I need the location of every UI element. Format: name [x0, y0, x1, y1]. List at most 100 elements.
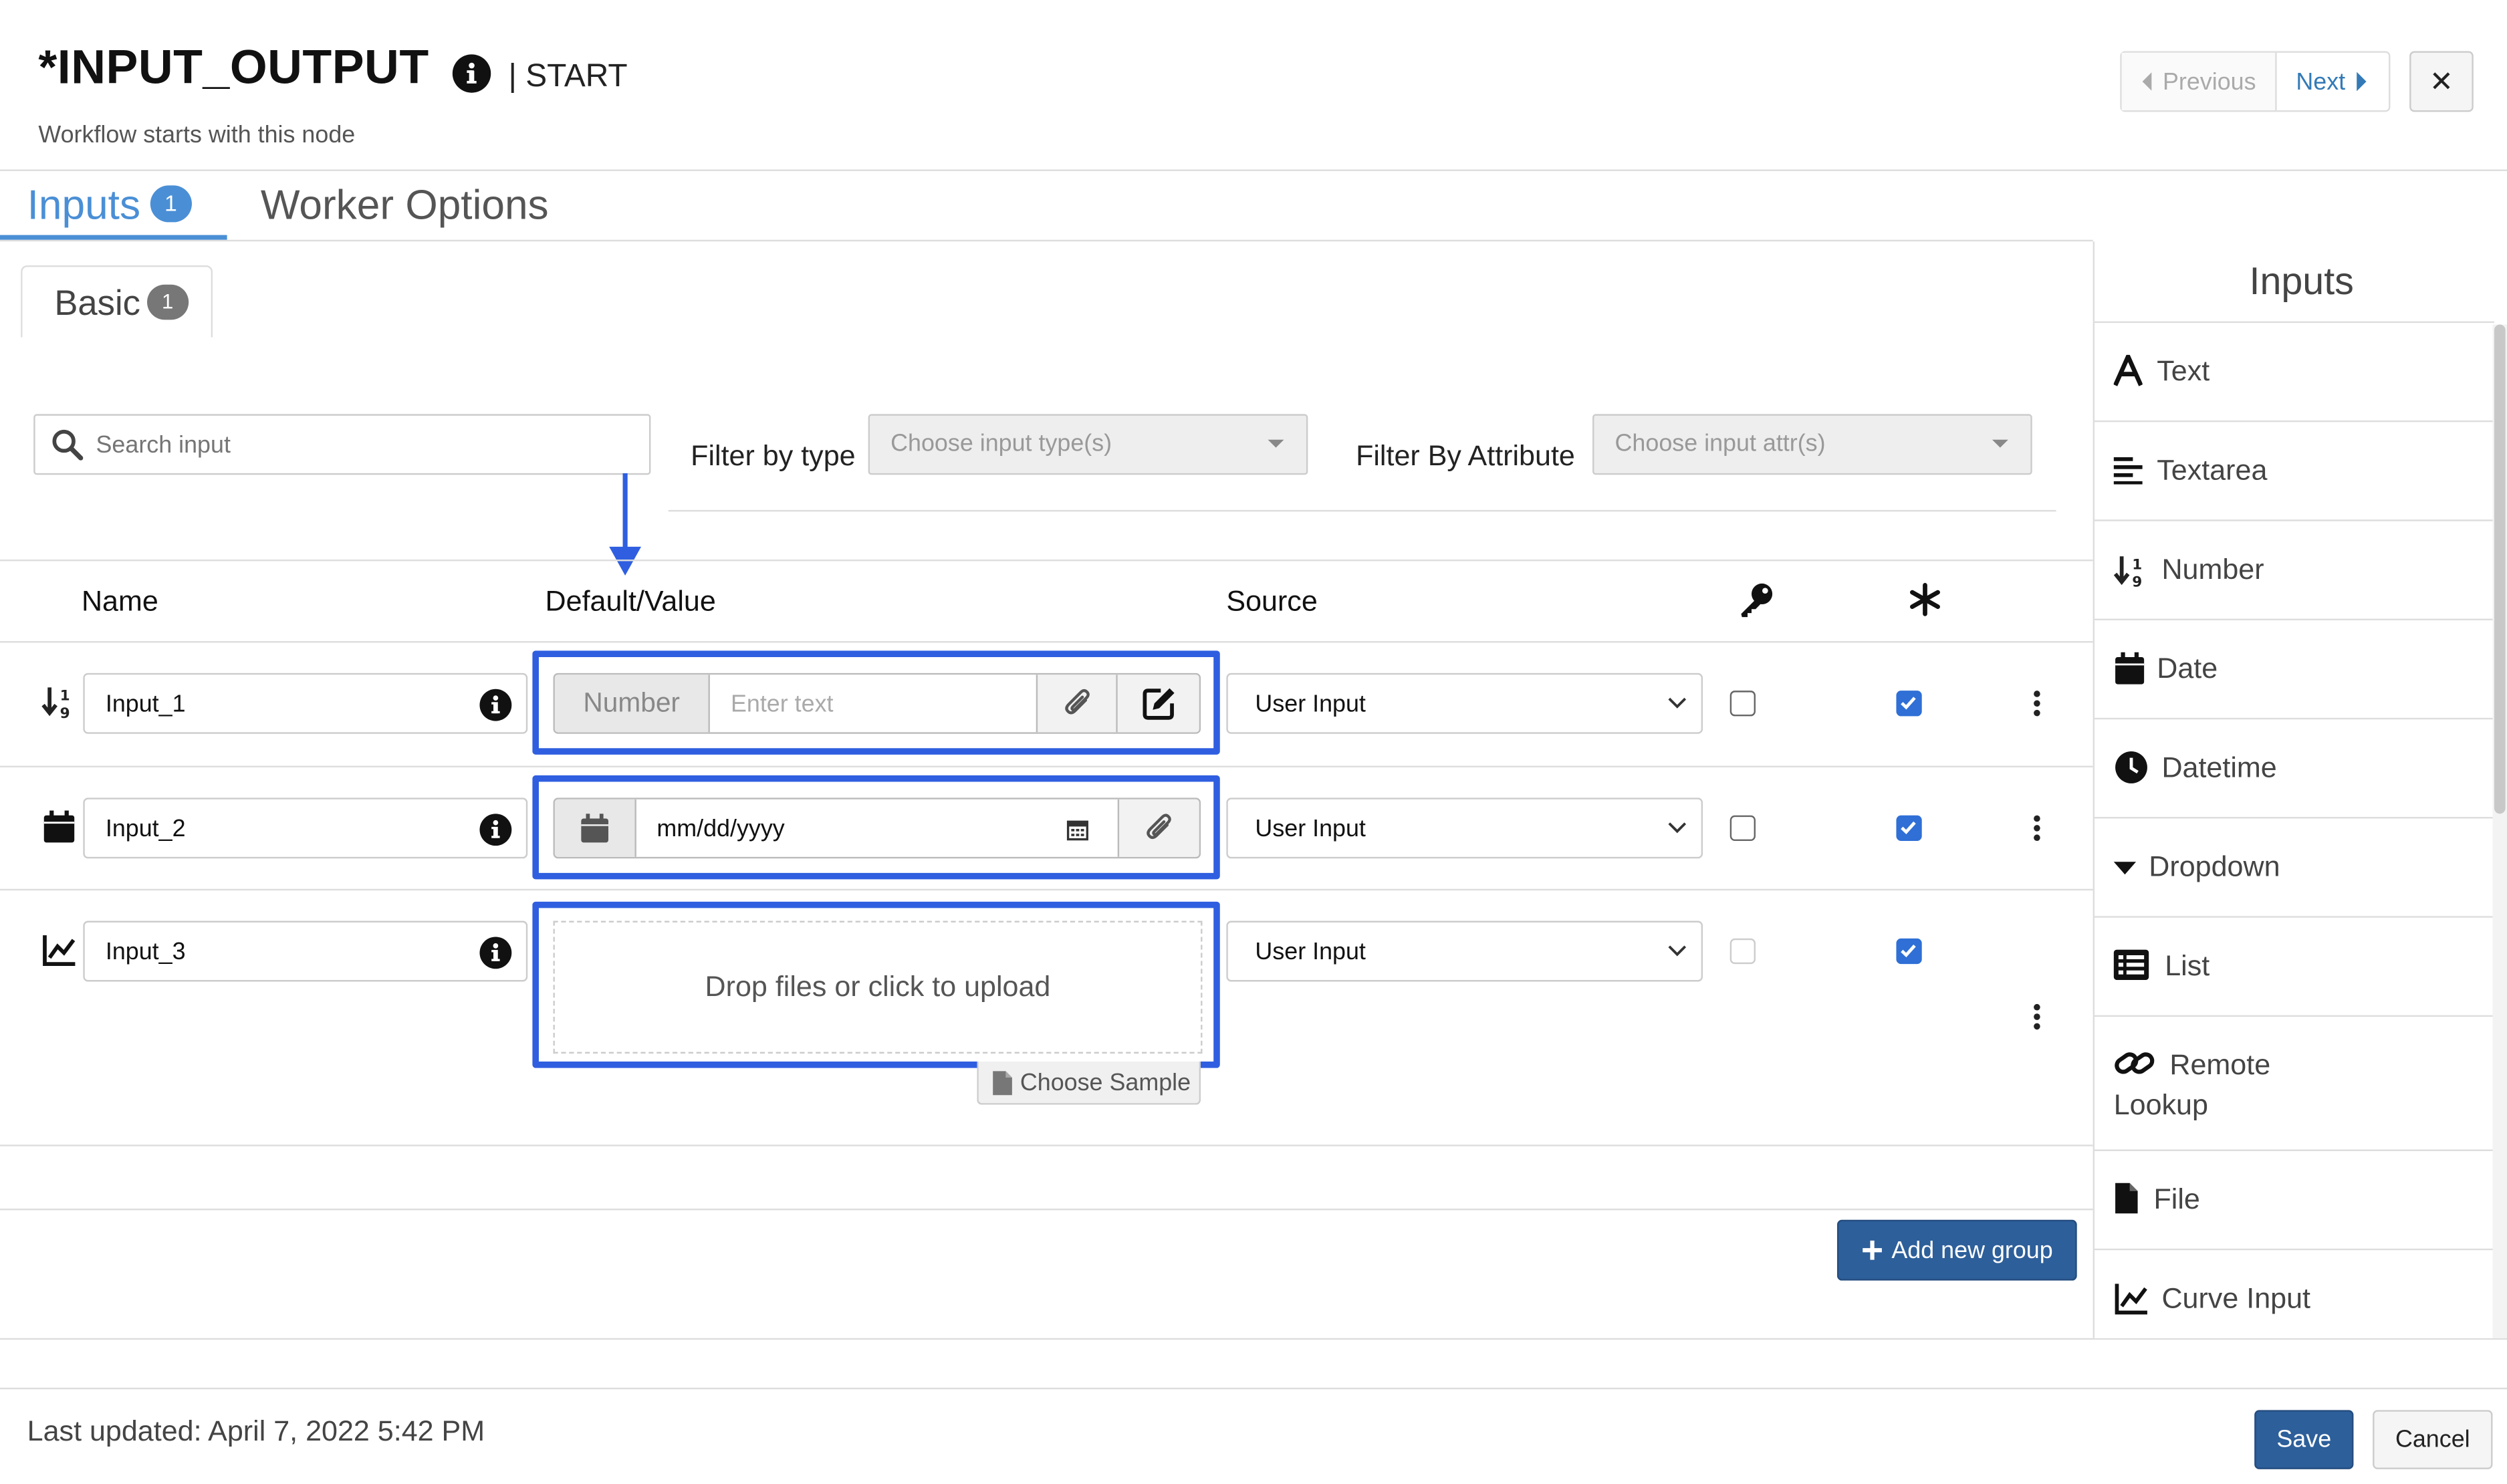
palette-item-number[interactable]: 19 Number — [2094, 519, 2494, 618]
info-icon[interactable] — [479, 814, 512, 846]
row-menu-icon[interactable] — [2034, 691, 2040, 719]
filter-type-label: Filter by type — [691, 439, 856, 472]
inputs-palette: Inputs Text Textarea 19 Number Date Date… — [2093, 241, 2507, 1338]
source-value: User Input — [1255, 691, 1366, 718]
paperclip-icon — [1064, 689, 1089, 715]
caret-down-icon — [1268, 439, 1284, 448]
scrollbar-thumb[interactable] — [2494, 324, 2506, 814]
palette-item-datetime[interactable]: Datetime — [2094, 717, 2494, 817]
input-name-field[interactable]: Input_3 — [83, 920, 528, 982]
palette-item-label: Datetime — [2161, 751, 2277, 783]
last-updated-text: Last updated: April 7, 2022 5:42 PM — [27, 1414, 485, 1447]
filter-type-placeholder: Choose input type(s) — [890, 430, 1112, 457]
row-menu-icon[interactable] — [2034, 1003, 2040, 1033]
required-checkbox[interactable] — [1896, 691, 1922, 717]
filter-type-select[interactable]: Choose input type(s) — [868, 414, 1308, 475]
add-new-group-button[interactable]: Add new group — [1836, 1219, 2077, 1281]
attach-button[interactable] — [1036, 674, 1116, 733]
calendar-picker-icon[interactable] — [1067, 818, 1089, 841]
source-select[interactable]: User Input — [1226, 672, 1703, 734]
previous-label: Previous — [2162, 68, 2256, 96]
calendar-icon — [581, 814, 608, 843]
key-checkbox[interactable] — [1729, 815, 1756, 841]
required-checkbox[interactable] — [1896, 938, 1922, 965]
palette-item-label-line2: Lookup — [2113, 1088, 2208, 1121]
palette-item-list[interactable]: List — [2094, 916, 2494, 1015]
tab-basic[interactable]: Basic 1 — [21, 265, 213, 338]
date-input[interactable]: mm/dd/yyyy — [636, 799, 1118, 857]
node-description: Workflow starts with this node — [38, 121, 356, 149]
asterisk-icon — [1910, 582, 1940, 616]
input-name-value: Input_2 — [105, 815, 186, 843]
divider — [0, 1144, 2093, 1146]
palette-item-file[interactable]: File — [2094, 1149, 2494, 1249]
list-icon — [2113, 949, 2149, 981]
divider — [0, 239, 2093, 242]
required-checkbox[interactable] — [1896, 815, 1922, 841]
divider — [0, 560, 2093, 562]
node-type-label: | START — [508, 59, 628, 95]
file-icon — [993, 1070, 1012, 1095]
palette-item-dropdown[interactable]: Dropdown — [2094, 817, 2494, 916]
clock-icon — [2115, 751, 2147, 783]
palette-item-curve-input[interactable]: Curve Input — [2094, 1248, 2494, 1338]
close-icon: ✕ — [2429, 64, 2454, 97]
cancel-button[interactable]: Cancel — [2373, 1410, 2493, 1469]
number-sort-icon: 19 — [41, 687, 70, 719]
caret-right-icon — [2356, 72, 2367, 92]
filter-attribute-select[interactable]: Choose input attr(s) — [1592, 414, 2032, 475]
divider — [668, 509, 2056, 512]
divider — [0, 641, 2093, 643]
tab-worker-options-label: Worker Options — [260, 180, 549, 229]
edit-button[interactable] — [1116, 674, 1199, 733]
chevron-down-icon — [1668, 945, 1687, 957]
link-icon — [2115, 1052, 2155, 1074]
tab-inputs[interactable]: Inputs 1 — [27, 180, 192, 230]
info-icon[interactable] — [479, 689, 512, 721]
source-value: User Input — [1255, 815, 1366, 843]
calendar-icon — [2115, 652, 2145, 685]
basic-count-badge: 1 — [146, 285, 189, 320]
filter-attribute-label: Filter By Attribute — [1356, 439, 1575, 472]
close-button[interactable]: ✕ — [2409, 51, 2474, 112]
palette-item-text[interactable]: Text — [2094, 321, 2494, 420]
input-name-field[interactable]: Input_1 — [83, 672, 528, 734]
palette-item-label: Dropdown — [2149, 850, 2280, 883]
info-icon[interactable] — [452, 54, 491, 93]
value-input[interactable]: Enter text — [710, 674, 1036, 732]
previous-button[interactable]: Previous — [2121, 52, 2277, 111]
info-icon[interactable] — [479, 937, 512, 969]
palette-title: Inputs — [2249, 260, 2354, 304]
search-input[interactable] — [96, 430, 608, 459]
dropzone-text: Drop files or click to upload — [705, 970, 1051, 1003]
input-name-value: Input_3 — [105, 938, 186, 966]
paperclip-icon — [1147, 814, 1172, 840]
palette-item-label: Curve Input — [2161, 1282, 2311, 1314]
palette-item-remote-lookup[interactable]: Remote Lookup — [2094, 1015, 2494, 1150]
palette-scrollbar[interactable] — [2492, 324, 2507, 1338]
attach-button[interactable] — [1118, 799, 1199, 857]
save-button[interactable]: Save — [2254, 1410, 2354, 1469]
choose-sample-button[interactable]: Choose Sample — [977, 1062, 1201, 1105]
row-menu-icon[interactable] — [2034, 815, 2040, 844]
input-name-field[interactable]: Input_2 — [83, 797, 528, 859]
tab-worker-options[interactable]: Worker Options — [261, 180, 549, 230]
source-value: User Input — [1255, 938, 1366, 966]
source-select[interactable]: User Input — [1226, 920, 1703, 982]
caret-down-icon — [2113, 862, 2137, 875]
key-checkbox[interactable] — [1729, 938, 1756, 965]
source-select[interactable]: User Input — [1226, 797, 1703, 859]
palette-item-label: Remote — [2169, 1048, 2271, 1081]
file-dropzone[interactable]: Drop files or click to upload — [553, 920, 1203, 1054]
palette-item-date[interactable]: Date — [2094, 618, 2494, 718]
key-checkbox[interactable] — [1729, 691, 1756, 717]
chart-line-icon — [2115, 1283, 2147, 1315]
palette-item-textarea[interactable]: Textarea — [2094, 420, 2494, 519]
date-value: mm/dd/yyyy — [656, 814, 785, 842]
next-button[interactable]: Next — [2277, 53, 2389, 110]
file-icon — [2115, 1183, 2138, 1214]
pager: Previous Next — [2120, 51, 2391, 112]
active-tab-indicator — [0, 235, 227, 240]
svg-text:1: 1 — [2132, 556, 2142, 573]
value-placeholder: Enter text — [730, 689, 834, 717]
